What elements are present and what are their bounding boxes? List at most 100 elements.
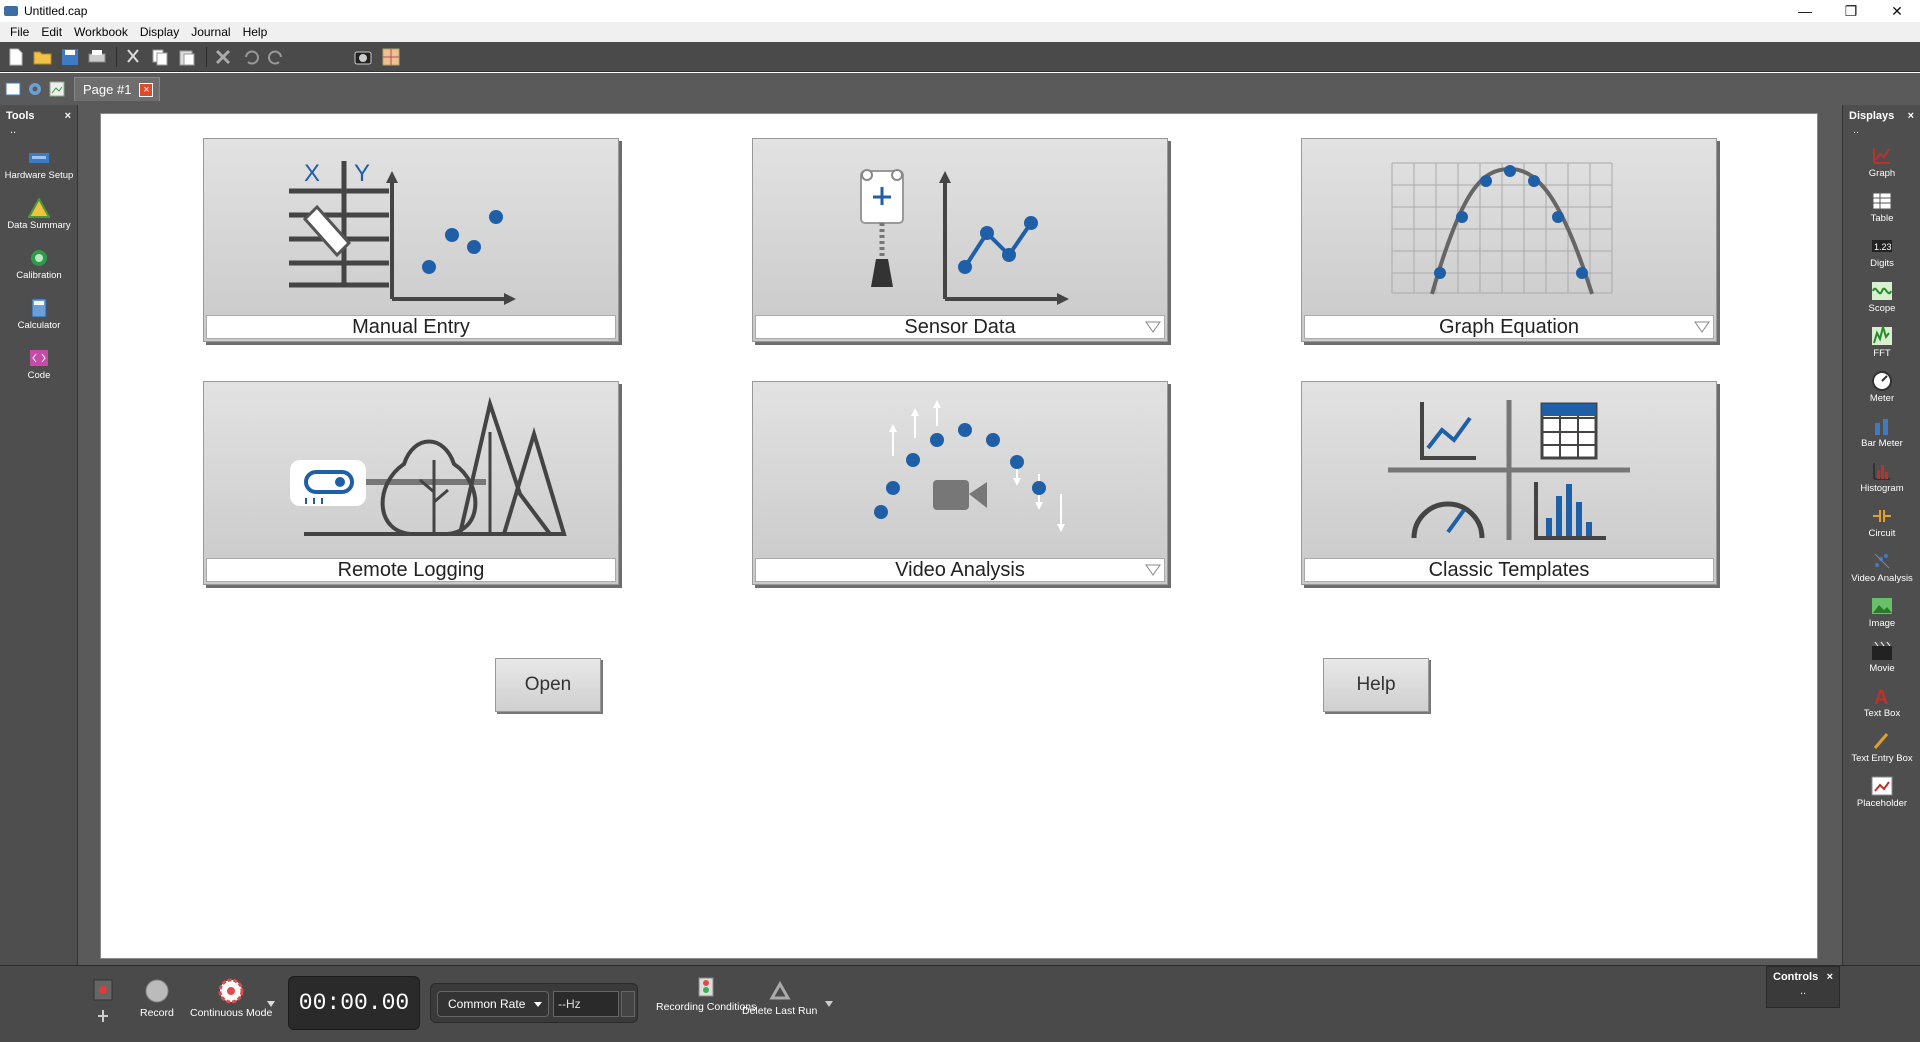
card-classic-templates[interactable]: Classic Templates xyxy=(1301,381,1717,585)
continuous-mode-button[interactable]: Continuous Mode xyxy=(190,978,272,1019)
digits-icon: 1.23 xyxy=(1871,235,1893,257)
display-graph[interactable]: Graph xyxy=(1843,139,1920,184)
save-icon[interactable] xyxy=(58,46,82,68)
tool-hardware-setup[interactable]: Hardware Setup xyxy=(0,139,78,189)
help-button[interactable]: Help xyxy=(1323,658,1429,712)
record-button[interactable]: Record xyxy=(140,978,174,1019)
remote-logging-illustration xyxy=(204,382,618,558)
tool-calibration[interactable]: Calibration xyxy=(0,239,78,289)
card-video-analysis-dropdown-icon[interactable] xyxy=(1145,564,1161,576)
copy-icon[interactable] xyxy=(148,46,172,68)
mode-chevron-down-icon[interactable] xyxy=(266,1000,276,1008)
histogram-icon xyxy=(1871,460,1893,482)
card-sensor-data-dropdown-icon[interactable] xyxy=(1145,321,1161,333)
scope-icon xyxy=(1871,280,1893,302)
cut-icon[interactable] xyxy=(121,46,145,68)
display-circuit[interactable]: Circuit xyxy=(1843,499,1920,544)
display-bar-meter[interactable]: Bar Meter xyxy=(1843,409,1920,454)
display-meter[interactable]: Meter xyxy=(1843,364,1920,409)
delete-run-chevron-down-icon[interactable] xyxy=(824,1000,834,1008)
layout-grid-icon[interactable] xyxy=(379,46,403,68)
delete-icon[interactable] xyxy=(211,46,235,68)
display-histogram[interactable]: Histogram xyxy=(1843,454,1920,499)
open-folder-icon[interactable] xyxy=(31,46,55,68)
card-manual-entry[interactable]: X Y Manual Entry xyxy=(203,138,619,342)
page-tab-bar: Page #1 × xyxy=(0,73,1920,105)
display-movie[interactable]: Movie xyxy=(1843,634,1920,679)
menu-edit[interactable]: Edit xyxy=(35,25,68,39)
toolbar xyxy=(0,42,1920,72)
display-fft[interactable]: FFT xyxy=(1843,319,1920,364)
controls-panel-close-icon[interactable]: × xyxy=(1827,971,1833,983)
card-video-analysis[interactable]: Video Analysis xyxy=(752,381,1168,585)
delete-last-run-label: Delete Last Run xyxy=(742,1005,818,1017)
card-graph-equation-dropdown-icon[interactable] xyxy=(1694,321,1710,333)
display-text-box[interactable]: A Text Box xyxy=(1843,679,1920,724)
display-label: Movie xyxy=(1869,662,1895,674)
settings-gear-icon[interactable] xyxy=(26,80,44,98)
bar-meter-icon xyxy=(1871,415,1893,437)
menu-help[interactable]: Help xyxy=(237,25,274,39)
card-graph-equation[interactable]: Graph Equation xyxy=(1301,138,1717,342)
sample-rate-input[interactable]: --Hz xyxy=(553,991,619,1017)
common-rate-select[interactable]: Common Rate xyxy=(437,991,549,1017)
sample-rate-group: Common Rate --Hz xyxy=(430,983,638,1023)
paste-icon[interactable] xyxy=(175,46,199,68)
card-video-analysis-title: Video Analysis xyxy=(755,558,1165,582)
page-view-icon[interactable] xyxy=(4,80,22,98)
page-thumbnail-icon[interactable] xyxy=(48,80,66,98)
workbook-canvas-frame: X Y Manual Entry Sensor Data Graph Equat… xyxy=(78,105,1842,965)
display-scope[interactable]: Scope xyxy=(1843,274,1920,319)
tool-calculator[interactable]: Calculator xyxy=(0,289,78,339)
print-icon[interactable] xyxy=(85,46,109,68)
undo-icon[interactable] xyxy=(238,46,262,68)
title-bar: Untitled.cap — ❐ ✕ xyxy=(0,0,1920,22)
app-icon xyxy=(4,6,18,16)
card-remote-logging[interactable]: Remote Logging xyxy=(203,381,619,585)
record-mode-toggle[interactable] xyxy=(92,978,114,1028)
menu-workbook[interactable]: Workbook xyxy=(68,25,134,39)
display-label: Graph xyxy=(1868,167,1896,179)
tools-panel-grip[interactable]: .. xyxy=(0,125,77,139)
display-digits[interactable]: 1.23 Digits xyxy=(1843,229,1920,274)
menu-display[interactable]: Display xyxy=(134,25,185,39)
tab-page-1[interactable]: Page #1 × xyxy=(74,77,161,101)
display-label: Digits xyxy=(1870,257,1894,269)
display-label: Text Entry Box xyxy=(1851,752,1913,764)
display-label: Scope xyxy=(1868,302,1896,314)
controls-panel-grip[interactable]: .. xyxy=(1767,986,1839,997)
card-graph-equation-title: Graph Equation xyxy=(1304,315,1714,339)
movie-icon xyxy=(1871,640,1893,662)
display-video-analysis[interactable]: Video Analysis xyxy=(1843,544,1920,589)
display-label: Text Box xyxy=(1863,707,1901,719)
tool-code[interactable]: Code xyxy=(0,339,78,389)
tools-panel-title: Tools xyxy=(6,110,35,122)
close-window-button[interactable]: ✕ xyxy=(1874,0,1920,22)
card-sensor-data[interactable]: Sensor Data xyxy=(752,138,1168,342)
new-file-icon[interactable] xyxy=(4,46,28,68)
displays-panel-grip[interactable]: .. xyxy=(1843,125,1920,139)
menu-journal[interactable]: Journal xyxy=(185,25,236,39)
minimize-button[interactable]: — xyxy=(1782,0,1828,22)
tools-panel-close-icon[interactable]: × xyxy=(65,110,71,122)
restore-button[interactable]: ❐ xyxy=(1828,0,1874,22)
redo-icon[interactable] xyxy=(265,46,289,68)
display-label: Table xyxy=(1870,212,1894,224)
display-table[interactable]: Table xyxy=(1843,184,1920,229)
display-placeholder[interactable]: Placeholder xyxy=(1843,769,1920,814)
delete-last-run-icon xyxy=(769,980,791,1000)
menu-file[interactable]: File xyxy=(4,25,35,39)
display-text-entry-box[interactable]: Text Entry Box xyxy=(1843,724,1920,769)
displays-panel-close-icon[interactable]: × xyxy=(1908,110,1914,122)
tool-data-summary[interactable]: Data Summary xyxy=(0,189,78,239)
image-icon xyxy=(1871,595,1893,617)
controls-panel-title: Controls xyxy=(1773,971,1819,983)
camera-icon[interactable] xyxy=(352,46,376,68)
delete-last-run-button[interactable]: Delete Last Run xyxy=(742,980,817,1017)
circuit-icon xyxy=(1871,505,1893,527)
sample-rate-stepper[interactable] xyxy=(621,991,635,1017)
display-image[interactable]: Image xyxy=(1843,589,1920,634)
open-button[interactable]: Open xyxy=(495,658,601,712)
text-box-icon: A xyxy=(1871,685,1893,707)
close-tab-icon[interactable]: × xyxy=(139,82,154,97)
